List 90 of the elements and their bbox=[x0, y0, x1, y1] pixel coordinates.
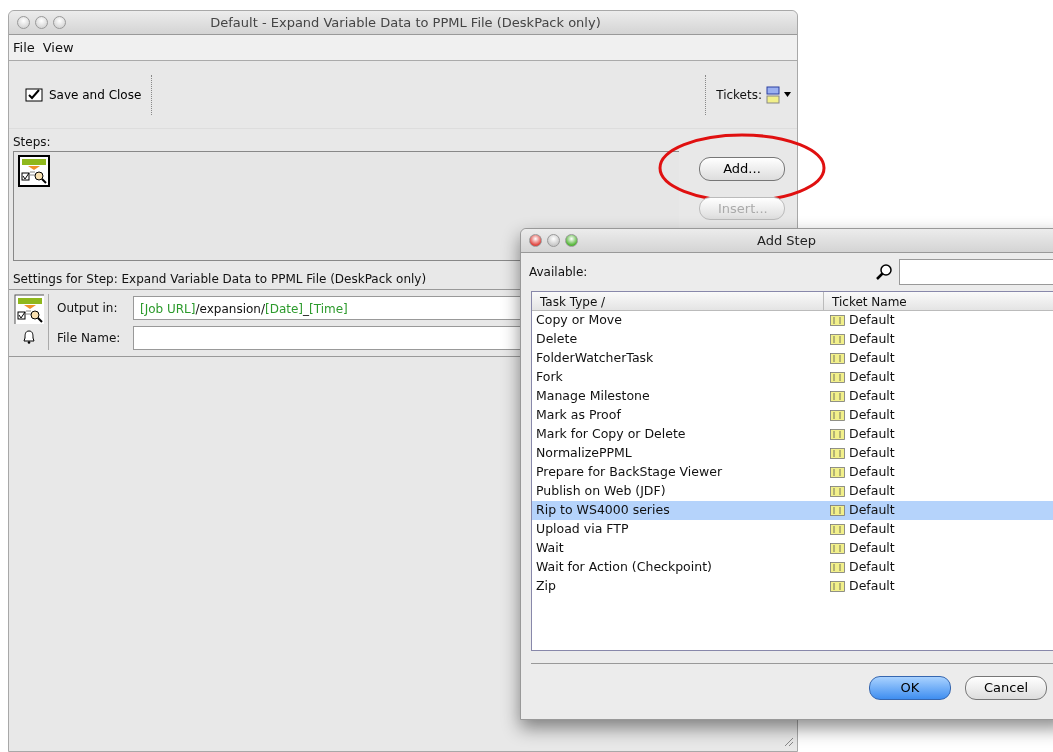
ticket-icon bbox=[830, 409, 845, 422]
table-cell: Default bbox=[849, 520, 895, 539]
table-row[interactable]: Mark for Copy or Delete Default bbox=[532, 425, 1053, 444]
step-button[interactable]: Add... bbox=[699, 157, 785, 181]
ticket-icon bbox=[830, 466, 845, 479]
table-cell-text: Manage Milestone bbox=[535, 387, 651, 406]
ticket-icon bbox=[830, 371, 845, 384]
table-cell-text: Prepare for BackStage Viewer bbox=[535, 463, 724, 482]
table-row[interactable]: Delete Default bbox=[532, 330, 1053, 349]
search-icon bbox=[875, 263, 893, 281]
window-control-button[interactable] bbox=[35, 16, 48, 29]
table-cell: Default bbox=[849, 330, 895, 349]
table-row[interactable]: Upload via FTP Default bbox=[532, 520, 1053, 539]
table-row[interactable]: NormalizePPML Default bbox=[532, 444, 1053, 463]
ticket-icon bbox=[830, 580, 845, 593]
table-cell: Default bbox=[849, 387, 895, 406]
table-row[interactable]: Fork Default bbox=[532, 368, 1053, 387]
table-cell-text: Zip bbox=[535, 577, 557, 596]
table-row[interactable]: Zip Default bbox=[532, 577, 1053, 596]
step-task-icon bbox=[13, 294, 44, 324]
bell-icon bbox=[22, 330, 35, 344]
available-label: Available: bbox=[529, 264, 589, 281]
table-row[interactable]: FolderWatcherTask Default bbox=[532, 349, 1053, 368]
table-cell: Default bbox=[849, 349, 895, 368]
checkbox-icon bbox=[25, 87, 43, 102]
ticket-icon bbox=[830, 485, 845, 498]
ticket-icon bbox=[830, 561, 845, 574]
ticket-icon bbox=[830, 504, 845, 517]
table-cell-text: Upload via FTP bbox=[535, 520, 630, 539]
field-label: Output in: bbox=[57, 300, 119, 317]
table-cell-text: FolderWatcherTask bbox=[535, 349, 655, 368]
table-cell: Default bbox=[849, 501, 895, 520]
table-row[interactable]: Prepare for BackStage Viewer Default bbox=[532, 463, 1053, 482]
table-cell: Default bbox=[849, 425, 895, 444]
window-control-button[interactable] bbox=[17, 16, 30, 29]
table-cell-text: Mark as Proof bbox=[535, 406, 622, 425]
ticket-icon bbox=[830, 447, 845, 460]
menu-item[interactable]: View bbox=[42, 37, 74, 58]
column-header[interactable]: Task Type / bbox=[532, 292, 824, 310]
table-cell-text: Rip to WS4000 series bbox=[535, 501, 671, 520]
table-cell-text: NormalizePPML bbox=[535, 444, 633, 463]
tickets-label: Tickets: bbox=[716, 86, 762, 104]
menu-item[interactable]: File bbox=[13, 37, 35, 58]
table-row[interactable]: Wait for Action (Checkpoint) Default bbox=[532, 558, 1053, 577]
table-cell: Default bbox=[849, 539, 895, 558]
table-cell: Default bbox=[849, 577, 895, 596]
table-row[interactable]: Publish on Web (JDF) Default bbox=[532, 482, 1053, 501]
table-cell: Default bbox=[849, 482, 895, 501]
caret-icon bbox=[784, 92, 791, 97]
tickets-icon bbox=[766, 85, 780, 104]
window-control-button[interactable] bbox=[547, 234, 560, 247]
table-row[interactable]: Mark as Proof Default bbox=[532, 406, 1053, 425]
ticket-icon bbox=[830, 390, 845, 403]
ticket-icon bbox=[830, 428, 845, 441]
ok-button[interactable]: OK bbox=[869, 676, 951, 700]
field-label: File Name: bbox=[57, 330, 122, 347]
steps-label: Steps: bbox=[12, 134, 52, 151]
table-cell: Default bbox=[849, 558, 895, 577]
table-cell-text: Wait bbox=[535, 539, 565, 558]
table-cell-text: Wait for Action (Checkpoint) bbox=[535, 558, 713, 577]
save-and-close-button[interactable]: Save and Close bbox=[9, 74, 153, 115]
window-control-button[interactable] bbox=[53, 16, 66, 29]
search-field[interactable] bbox=[899, 259, 1053, 285]
table-cell: Default bbox=[849, 311, 895, 330]
table-cell: Default bbox=[849, 463, 895, 482]
ticket-icon bbox=[830, 542, 845, 555]
ticket-icon bbox=[830, 314, 845, 327]
table-cell-text: Publish on Web (JDF) bbox=[535, 482, 667, 501]
ticket-icon bbox=[830, 333, 845, 346]
ticket-icon bbox=[830, 352, 845, 365]
table-cell: Default bbox=[849, 406, 895, 425]
resize-grip-icon bbox=[783, 735, 793, 746]
table-row[interactable]: Wait Default bbox=[532, 539, 1053, 558]
window-control-button[interactable] bbox=[529, 234, 542, 247]
window-control-button[interactable] bbox=[565, 234, 578, 247]
table-row[interactable]: Manage Milestone Default bbox=[532, 387, 1053, 406]
step-item[interactable] bbox=[18, 155, 50, 187]
table-cell-text: Delete bbox=[535, 330, 579, 349]
column-header[interactable]: Ticket Name bbox=[824, 292, 915, 310]
table-row[interactable]: Rip to WS4000 series Default bbox=[532, 501, 1053, 520]
step-task-icon bbox=[18, 155, 50, 187]
ticket-icon bbox=[830, 523, 845, 536]
table-cell: Default bbox=[849, 368, 895, 387]
table-cell-text: Fork bbox=[535, 368, 564, 387]
tickets-menu-button[interactable] bbox=[766, 85, 791, 104]
window-title: Default - Expand Variable Data to PPML File (DeskPack only) bbox=[209, 13, 602, 32]
dialog-title: Add Step bbox=[756, 231, 817, 250]
table-cell: Default bbox=[849, 444, 895, 463]
table-cell-text: Mark for Copy or Delete bbox=[535, 425, 687, 444]
cancel-button[interactable]: Cancel bbox=[965, 676, 1047, 700]
